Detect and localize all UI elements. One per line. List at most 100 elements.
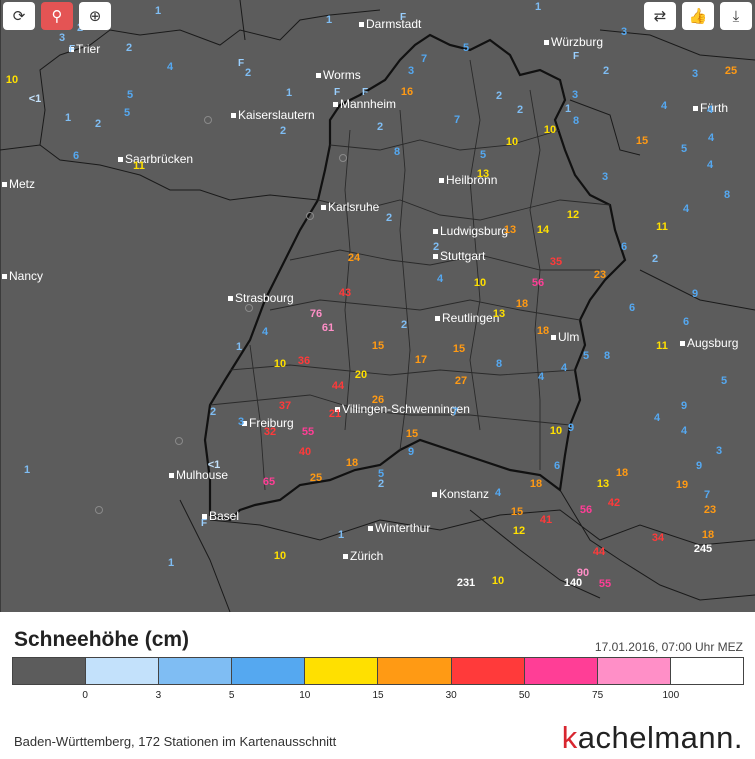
station-snow-value[interactable]: 7 xyxy=(452,406,458,418)
station-snow-value[interactable]: <1 xyxy=(208,459,221,471)
station-snow-value[interactable]: 3 xyxy=(408,65,414,77)
station-snow-value[interactable]: 9 xyxy=(568,422,574,434)
station-snow-value[interactable]: 41 xyxy=(540,514,552,526)
station-snow-value[interactable]: 11 xyxy=(656,340,668,352)
station-snow-value[interactable]: 18 xyxy=(616,467,628,479)
station-snow-value[interactable]: 18 xyxy=(530,478,542,490)
station-snow-value[interactable]: 12 xyxy=(513,525,525,537)
station-snow-value[interactable]: 4 xyxy=(167,61,173,73)
station-snow-value[interactable]: 16 xyxy=(401,86,413,98)
station-snow-value[interactable]: 1 xyxy=(155,5,161,17)
station-snow-value[interactable]: 3 xyxy=(238,416,244,428)
station-snow-value[interactable]: 21 xyxy=(329,408,341,420)
station-snow-value[interactable]: 4 xyxy=(654,412,660,424)
station-snow-value[interactable]: 7 xyxy=(421,53,427,65)
station-snow-value[interactable]: 18 xyxy=(702,529,714,541)
station-snow-value[interactable]: 10 xyxy=(474,277,486,289)
station-snow-value[interactable]: 55 xyxy=(302,426,314,438)
station-snow-value[interactable]: 61 xyxy=(322,322,334,334)
station-snow-value[interactable]: 2 xyxy=(386,212,392,224)
station-snow-value[interactable]: 6 xyxy=(629,302,635,314)
station-snow-value[interactable]: 23 xyxy=(704,504,716,516)
station-snow-value[interactable]: <1 xyxy=(29,93,42,105)
snow-depth-map[interactable]: Darmstadt Würzburg Trier Worms Mannheim Fürth… xyxy=(0,0,755,612)
station-snow-value[interactable]: 6 xyxy=(683,316,689,328)
station-snow-value[interactable]: 4 xyxy=(495,487,501,499)
station-snow-value[interactable]: 4 xyxy=(437,273,443,285)
station-snow-value[interactable]: 3 xyxy=(692,68,698,80)
station-snow-value[interactable]: 6 xyxy=(621,241,627,253)
station-snow-value[interactable]: 37 xyxy=(279,400,291,412)
location-button[interactable]: ⚲ xyxy=(41,2,73,30)
station-snow-value[interactable]: 14 xyxy=(537,224,549,236)
station-snow-value[interactable]: 4 xyxy=(262,326,268,338)
station-snow-value[interactable]: 25 xyxy=(725,65,737,77)
station-snow-value[interactable]: 18 xyxy=(346,457,358,469)
station-snow-value[interactable]: 2 xyxy=(517,104,523,116)
station-snow-value[interactable]: 5 xyxy=(681,143,687,155)
like-button[interactable]: 👍 xyxy=(682,2,714,30)
station-snow-value[interactable]: 1 xyxy=(286,87,292,99)
station-snow-value[interactable]: 13 xyxy=(597,478,609,490)
station-snow-value[interactable]: 10 xyxy=(274,550,286,562)
station-snow-value[interactable]: 27 xyxy=(455,375,467,387)
station-snow-value[interactable]: 8 xyxy=(573,115,579,127)
station-snow-value[interactable]: 35 xyxy=(550,256,562,268)
station-snow-value[interactable]: 7 xyxy=(454,114,460,126)
station-snow-value[interactable]: 10 xyxy=(544,124,556,136)
station-snow-value[interactable]: 40 xyxy=(299,446,311,458)
station-snow-value[interactable]: 15 xyxy=(511,506,523,518)
station-snow-value[interactable]: 4 xyxy=(538,371,544,383)
station-snow-value[interactable]: 4 xyxy=(708,132,714,144)
station-snow-value[interactable]: 5 xyxy=(480,149,486,161)
station-snow-value[interactable]: 15 xyxy=(636,135,648,147)
station-snow-value[interactable]: 9 xyxy=(696,460,702,472)
station-snow-value[interactable]: 34 xyxy=(652,532,664,544)
station-snow-value[interactable]: 11 xyxy=(133,160,145,172)
station-snow-value[interactable]: 1 xyxy=(168,557,174,569)
station-snow-value[interactable]: 4 xyxy=(707,159,713,171)
station-snow-value[interactable]: 56 xyxy=(532,277,544,289)
station-snow-value[interactable]: 2 xyxy=(280,125,286,137)
station-snow-value[interactable]: 2 xyxy=(245,67,251,79)
station-snow-value[interactable]: 15 xyxy=(406,428,418,440)
station-snow-value[interactable]: 4 xyxy=(661,100,667,112)
station-snow-value[interactable]: 18 xyxy=(516,298,528,310)
station-snow-value[interactable]: 8 xyxy=(496,358,502,370)
station-snow-value[interactable]: 9 xyxy=(408,446,414,458)
station-snow-value[interactable]: 9 xyxy=(681,400,687,412)
station-snow-value[interactable]: 7 xyxy=(704,489,710,501)
station-snow-value[interactable]: 15 xyxy=(453,343,465,355)
station-snow-value[interactable]: 2 xyxy=(378,478,384,490)
station-snow-value[interactable]: 3 xyxy=(572,89,578,101)
station-snow-value[interactable]: 3 xyxy=(716,445,722,457)
station-snow-value[interactable]: 65 xyxy=(263,476,275,488)
station-snow-value[interactable]: 10 xyxy=(550,425,562,437)
station-snow-value[interactable]: 1 xyxy=(65,112,71,124)
station-snow-value[interactable]: 3 xyxy=(59,32,65,44)
station-snow-value[interactable]: 245 xyxy=(694,543,712,555)
station-snow-value[interactable]: 5 xyxy=(583,350,589,362)
station-snow-value[interactable]: 2 xyxy=(126,42,132,54)
station-snow-value[interactable]: 13 xyxy=(477,168,489,180)
station-snow-value[interactable]: 3 xyxy=(621,26,627,38)
station-snow-value[interactable]: 1 xyxy=(535,1,541,13)
station-snow-value[interactable]: 36 xyxy=(298,355,310,367)
station-snow-value[interactable]: 10 xyxy=(6,74,18,86)
station-snow-value[interactable]: 76 xyxy=(310,308,322,320)
station-snow-value[interactable]: 13 xyxy=(493,308,505,320)
station-snow-value[interactable]: 6 xyxy=(73,150,79,162)
station-snow-value[interactable]: 2 xyxy=(652,253,658,265)
station-snow-value[interactable]: 8 xyxy=(394,146,400,158)
station-snow-value[interactable]: 17 xyxy=(415,354,427,366)
station-snow-value[interactable]: 13 xyxy=(504,224,516,236)
station-snow-value[interactable]: 42 xyxy=(608,497,620,509)
station-snow-value[interactable]: 1 xyxy=(24,464,30,476)
station-snow-value[interactable]: 9 xyxy=(692,288,698,300)
station-snow-value[interactable]: 2 xyxy=(401,319,407,331)
station-snow-value[interactable]: 12 xyxy=(567,209,579,221)
station-snow-value[interactable]: 44 xyxy=(593,546,605,558)
station-snow-value[interactable]: 5 xyxy=(463,42,469,54)
download-button[interactable]: ⤓ xyxy=(720,2,752,30)
station-snow-value[interactable]: 4 xyxy=(561,362,567,374)
